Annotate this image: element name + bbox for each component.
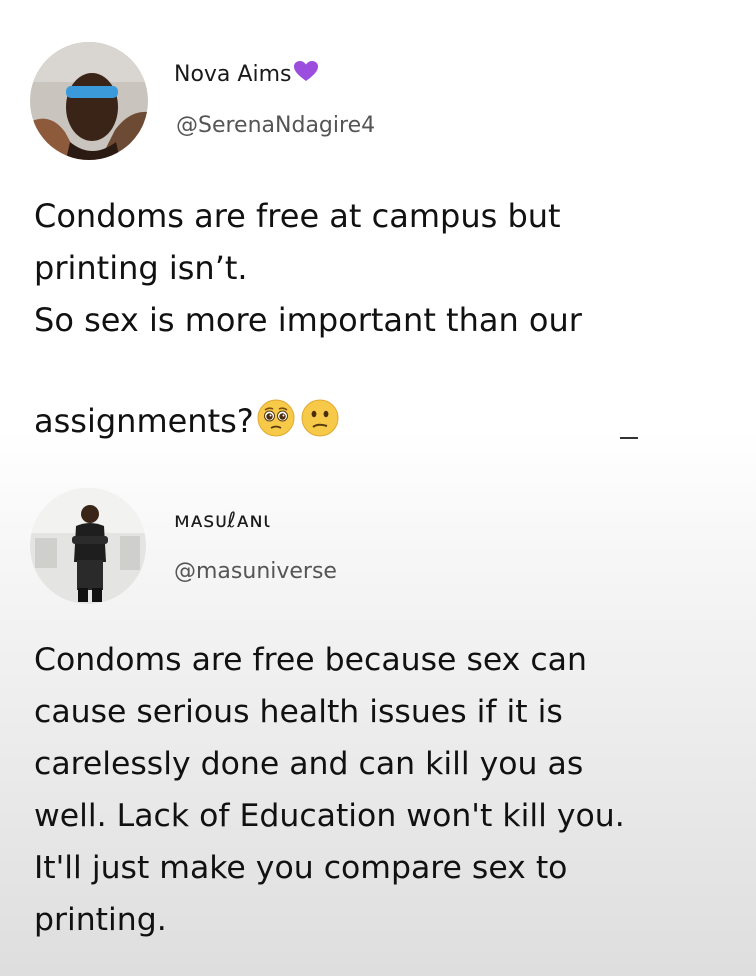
author-name-text: Nova Aims xyxy=(174,61,292,87)
author-name[interactable]: Nova Aims xyxy=(174,60,319,88)
avatar[interactable] xyxy=(30,42,148,160)
tweet-card[interactable]: Nova Aims @SerenaNdagire4 Condoms are fr… xyxy=(0,0,756,440)
author-handle[interactable]: @SerenaNdagire4 xyxy=(176,113,375,138)
avatar[interactable] xyxy=(30,488,146,604)
tweet-card[interactable]: ᴍᴀsᴜℓᴀɴι @masuniverse Condoms are free b… xyxy=(0,440,756,976)
author-handle[interactable]: @masuniverse xyxy=(174,559,337,584)
divider xyxy=(620,437,638,439)
author-name-text: ᴍᴀsᴜℓᴀɴι xyxy=(174,508,271,532)
author-name[interactable]: ᴍᴀsᴜℓᴀɴι xyxy=(174,508,271,532)
confused-face-icon xyxy=(300,346,340,453)
tweet-text: Condoms are free at campus but printing … xyxy=(34,190,724,453)
pleading-face-icon xyxy=(256,346,296,453)
tweet-text: Condoms are free because sex can cause s… xyxy=(34,642,625,938)
purple-heart-icon xyxy=(293,60,319,88)
